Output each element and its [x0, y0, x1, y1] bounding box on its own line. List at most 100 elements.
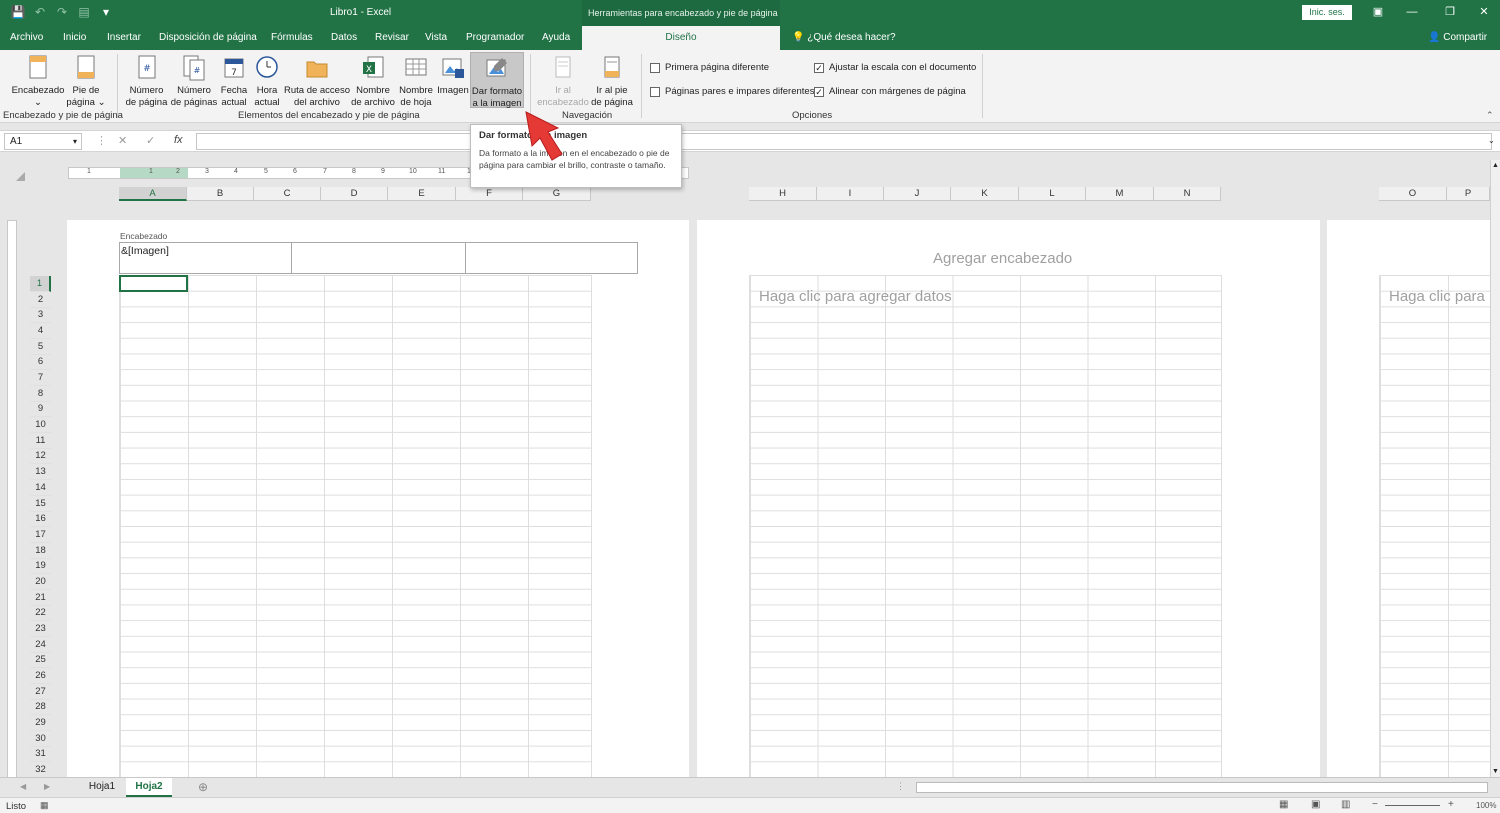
sheet-tab-hoja2[interactable]: Hoja2: [126, 778, 172, 797]
checkbox-checked-icon[interactable]: ✓: [814, 86, 824, 97]
row-header[interactable]: 31: [30, 746, 51, 763]
row-header[interactable]: 27: [30, 684, 51, 700]
tab-disposicion[interactable]: Disposición de página: [159, 32, 257, 43]
minimize-icon[interactable]: —: [1402, 4, 1422, 20]
option-pares-impares[interactable]: Páginas pares e impares diferentes: [650, 86, 814, 97]
pie-pagina-button[interactable]: Pie de página ⌄: [66, 52, 106, 109]
column-header[interactable]: L: [1019, 187, 1086, 201]
tab-ayuda[interactable]: Ayuda: [542, 32, 570, 43]
add-sheet-icon[interactable]: ⊕: [198, 780, 208, 794]
row-header[interactable]: 11: [30, 433, 51, 449]
tab-diseno[interactable]: Diseño: [582, 26, 780, 50]
cell-grid-page-3[interactable]: [1379, 275, 1490, 777]
zoom-slider[interactable]: [1385, 805, 1440, 806]
scroll-up-icon[interactable]: ▲: [1492, 162, 1499, 169]
column-header[interactable]: G: [523, 187, 591, 201]
column-header[interactable]: P: [1447, 187, 1490, 201]
column-header[interactable]: F: [456, 187, 523, 201]
column-header[interactable]: M: [1086, 187, 1154, 201]
enter-icon[interactable]: ✓: [146, 134, 155, 147]
row-header[interactable]: 12: [30, 448, 51, 465]
option-primera-pagina[interactable]: Primera página diferente: [650, 62, 769, 73]
insert-function-icon[interactable]: fx: [174, 134, 183, 146]
collapse-ribbon-icon[interactable]: ⌃: [1486, 110, 1494, 121]
dar-formato-imagen-button[interactable]: Dar formato a la imagen: [470, 52, 524, 109]
dropdown-icon[interactable]: ▾: [73, 134, 77, 149]
row-header[interactable]: 3: [30, 307, 51, 324]
row-header[interactable]: 7: [30, 370, 51, 387]
normal-view-icon[interactable]: ▦: [1279, 799, 1288, 810]
tab-inicio[interactable]: Inicio: [63, 32, 86, 43]
row-header[interactable]: 18: [30, 543, 51, 559]
horizontal-scrollbar[interactable]: [916, 782, 1488, 793]
zoom-in-icon[interactable]: +: [1448, 799, 1454, 810]
row-header[interactable]: 24: [30, 637, 51, 653]
row-header[interactable]: 26: [30, 668, 51, 684]
row-header[interactable]: 17: [30, 527, 51, 543]
ir-encabezado-button[interactable]: Ir al encabezado: [536, 52, 590, 109]
option-alinear-margenes[interactable]: ✓ Alinear con márgenes de página: [814, 86, 966, 97]
column-header[interactable]: J: [884, 187, 951, 201]
cancel-icon[interactable]: ✕: [118, 134, 127, 147]
zoom-level[interactable]: 100%: [1476, 801, 1496, 810]
expand-formula-icon[interactable]: ⌄: [1488, 136, 1495, 145]
redo-icon[interactable]: ↷: [54, 4, 70, 20]
restore-icon[interactable]: ❐: [1440, 4, 1460, 20]
customize-qat-icon[interactable]: ▾: [98, 4, 114, 20]
formula-input[interactable]: [196, 133, 1492, 150]
tab-revisar[interactable]: Revisar: [375, 32, 409, 43]
row-header[interactable]: 19: [30, 558, 51, 575]
select-all-corner[interactable]: [16, 172, 25, 181]
column-header[interactable]: O: [1379, 187, 1447, 201]
ir-pie-button[interactable]: Ir al pie de página: [590, 52, 634, 109]
form-icon[interactable]: ▤: [76, 4, 92, 20]
prev-sheet-icon[interactable]: ◀: [20, 782, 26, 791]
column-header[interactable]: C: [254, 187, 321, 201]
add-data-placeholder[interactable]: Haga clic para agregar datos: [759, 288, 952, 305]
row-header[interactable]: 20: [30, 574, 51, 590]
column-header[interactable]: H: [749, 187, 817, 201]
add-header-placeholder[interactable]: Agregar encabezado: [933, 250, 1072, 267]
row-header[interactable]: 22: [30, 605, 51, 622]
column-header[interactable]: D: [321, 187, 388, 201]
active-cell-a1[interactable]: [119, 275, 188, 292]
ruta-acceso-button[interactable]: Ruta de acceso del archivo: [283, 52, 351, 109]
row-header[interactable]: 30: [30, 731, 51, 747]
save-icon[interactable]: 💾: [10, 4, 26, 20]
numero-paginas-button[interactable]: # Número de páginas: [170, 52, 218, 109]
tab-formulas[interactable]: Fórmulas: [271, 32, 313, 43]
column-header[interactable]: B: [187, 187, 254, 201]
share-button[interactable]: 👤 Compartir: [1428, 32, 1487, 43]
column-header[interactable]: K: [951, 187, 1019, 201]
numero-pagina-button[interactable]: # Número de página: [124, 52, 169, 109]
option-ajustar-escala[interactable]: ✓ Ajustar la escala con el documento: [814, 62, 976, 73]
header-right-section[interactable]: [465, 242, 638, 274]
close-icon[interactable]: ✕: [1474, 4, 1494, 20]
row-header[interactable]: 14: [30, 480, 51, 496]
checkbox-unchecked[interactable]: [650, 86, 660, 97]
page-layout-view-icon[interactable]: ▣: [1311, 799, 1320, 810]
cell-grid-page-2[interactable]: [749, 275, 1222, 777]
row-header[interactable]: 10: [30, 417, 51, 434]
vertical-scrollbar[interactable]: ▲ ▼: [1490, 160, 1500, 777]
scroll-down-icon[interactable]: ▼: [1492, 768, 1499, 775]
checkbox-unchecked[interactable]: [650, 62, 660, 73]
macro-record-icon[interactable]: ▦: [40, 800, 49, 811]
row-header[interactable]: 8: [30, 386, 51, 402]
row-header[interactable]: 4: [30, 323, 51, 340]
row-header[interactable]: 32: [30, 762, 51, 777]
next-sheet-icon[interactable]: ▶: [44, 782, 50, 791]
row-header[interactable]: 1: [30, 276, 51, 292]
row-header[interactable]: 2: [30, 292, 51, 308]
tab-programador[interactable]: Programador: [466, 32, 524, 43]
zoom-out-icon[interactable]: −: [1372, 799, 1378, 810]
cell-grid-page-1[interactable]: [119, 275, 592, 777]
column-header[interactable]: E: [388, 187, 456, 201]
row-header[interactable]: 25: [30, 652, 51, 669]
add-data-placeholder[interactable]: Haga clic para: [1389, 288, 1485, 305]
undo-icon[interactable]: ↶: [32, 4, 48, 20]
signin-button[interactable]: Inic. ses.: [1302, 5, 1352, 20]
row-header[interactable]: 5: [30, 339, 51, 355]
column-header[interactable]: I: [817, 187, 884, 201]
imagen-button[interactable]: Imagen: [436, 52, 470, 97]
